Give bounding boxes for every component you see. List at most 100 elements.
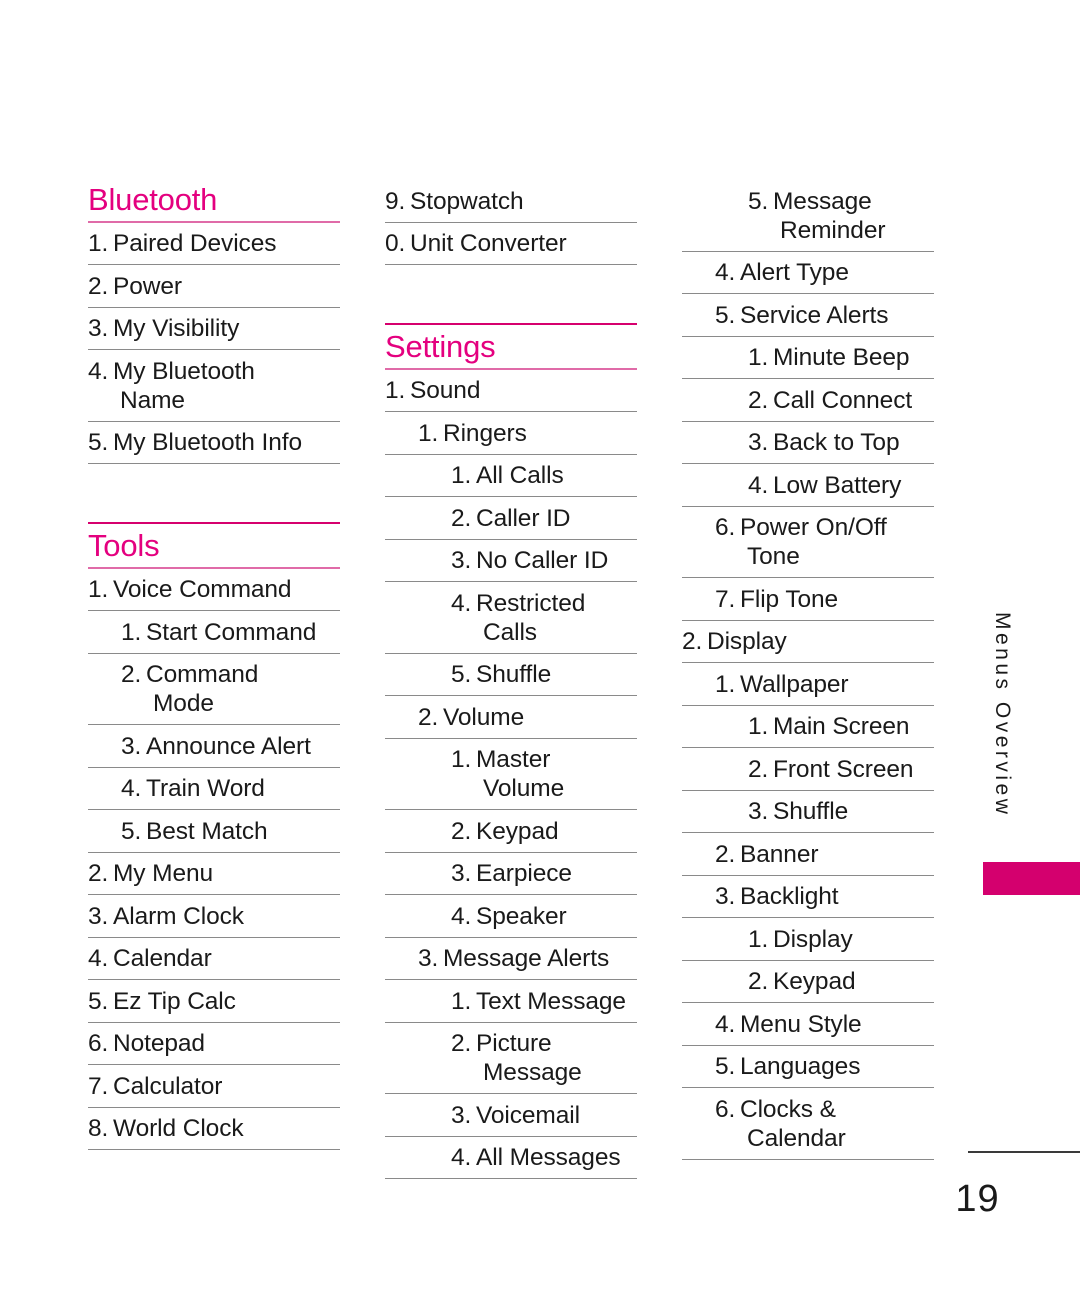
menu-section-tools: Tools 1. Voice Command 1. Start Command 2. Com… <box>88 522 340 1151</box>
menu-item-label: World Clock <box>113 1115 244 1143</box>
menu-item-label: Paired Devices <box>113 230 277 258</box>
menu-item-label: Wallpaper <box>740 670 849 698</box>
menu-item-number: 2. <box>88 860 109 888</box>
menu-item-number: 2. <box>748 386 769 414</box>
menu-item: 6. Notepad <box>88 1023 340 1066</box>
menu-item-label: Back to Top <box>773 429 900 456</box>
menu-item: 4. Restricted Calls <box>385 582 637 654</box>
menu-item: 3. Message Alerts <box>385 938 637 981</box>
menu-item-number: 2. <box>418 703 439 731</box>
section-header: Tools <box>88 522 340 569</box>
menu-item-number: 7. <box>88 1072 109 1100</box>
menu-item-label: Backlight <box>740 883 839 910</box>
menu-item-label: Display <box>773 925 853 953</box>
menu-item-label-continued: Message <box>483 1059 582 1087</box>
menu-item-label: Picture <box>476 1030 552 1058</box>
menu-item-label: Announce Alert <box>146 732 311 760</box>
menu-item-label-continued: Calls <box>483 618 537 646</box>
menu-item-number: 5. <box>88 987 109 1015</box>
menu-item-number: 4. <box>88 945 109 973</box>
menu-item-label-continued: Mode <box>153 690 214 718</box>
menu-item-label: Best Match <box>146 817 268 845</box>
menu-item-number: 1. <box>88 230 109 258</box>
menu-item-number: 4. <box>715 1010 736 1038</box>
menu-item-label: Message Alerts <box>443 945 610 973</box>
menu-item: 1. Display <box>682 918 934 961</box>
menu-item: 1. Text Message <box>385 980 637 1023</box>
menu-item: 5. Ez Tip Calc <box>88 980 340 1023</box>
menu-item-label: Train Word <box>146 775 265 803</box>
menu-item-number: 5. <box>715 1053 736 1080</box>
menu-item-number: 7. <box>715 585 736 613</box>
menu-item-label: My Bluetooth Info <box>113 429 302 457</box>
menu-item-label: Voicemail <box>476 1101 580 1129</box>
menu-item: 5. Languages <box>682 1046 934 1088</box>
menu-item: 7. Flip Tone <box>682 578 934 621</box>
menu-item-label: Languages <box>740 1053 861 1080</box>
menu-item: 3. Earpiece <box>385 853 637 896</box>
menu-item: 3. Backlight <box>682 876 934 918</box>
menu-item-number: 3. <box>451 1101 472 1129</box>
menu-item-label: My Bluetooth <box>113 357 255 385</box>
menu-item: 7. Calculator <box>88 1065 340 1108</box>
menu-item-label: Alarm Clock <box>113 902 244 930</box>
menu-item-label: Calculator <box>113 1072 223 1100</box>
section-title: Bluetooth <box>88 182 218 217</box>
menu-item: 2. Front Screen <box>682 748 934 791</box>
menu-item-label: Restricted <box>476 589 586 617</box>
menu-item-label: Shuffle <box>773 798 849 825</box>
menu-item-label: Ringers <box>443 419 527 447</box>
menu-item-number: 3. <box>748 798 769 825</box>
menu-item-number: 3. <box>121 732 142 760</box>
menu-item: 2. Caller ID <box>385 497 637 540</box>
menu-item: 5. Service Alerts <box>682 294 934 337</box>
menu-item-number: 1. <box>451 462 472 490</box>
section-header: Settings <box>385 323 637 370</box>
menu-item: 2. Keypad <box>385 810 637 853</box>
menu-item: 3. Back to Top <box>682 422 934 464</box>
menu-item-number: 4. <box>451 589 472 617</box>
menu-item-label: All Messages <box>476 1144 621 1172</box>
menu-column-2: 9. Stopwatch 0. Unit Converter Settings 1. Sou… <box>385 180 637 1180</box>
menu-section-settings: Settings 1. Sound 1. Ringers 1. All Calls 2. Cal… <box>385 323 637 1180</box>
section-title: Settings <box>385 329 496 364</box>
menu-item-label: Menu Style <box>740 1010 862 1038</box>
menu-item-number: 2. <box>88 272 109 300</box>
menu-item-number: 1. <box>451 746 472 774</box>
manual-page: Bluetooth 1. Paired Devices 2. Power 3. My Vis… <box>0 0 1080 1295</box>
menu-item-label: My Visibility <box>113 315 240 343</box>
menu-item: 9. Stopwatch <box>385 180 637 223</box>
menu-item-number: 1. <box>748 344 769 371</box>
menu-item-number: 3. <box>451 547 472 575</box>
menu-item: 2. Power <box>88 265 340 308</box>
menu-item-number: 4. <box>121 775 142 803</box>
section-title: Tools <box>88 528 160 564</box>
menu-item: 4. Menu Style <box>682 1003 934 1046</box>
menu-item-number: 4. <box>88 357 109 385</box>
menu-item-label: Ez Tip Calc <box>113 987 236 1015</box>
menu-item-label-continued: Volume <box>483 775 565 803</box>
menu-item-label: Start Command <box>146 618 317 646</box>
menu-item-label-continued: Name <box>120 386 185 414</box>
menu-item-number: 1. <box>748 713 769 740</box>
menu-item-label: Notepad <box>113 1030 205 1058</box>
menu-item-number: 6. <box>88 1030 109 1058</box>
menu-item: 4. My Bluetooth Name <box>88 350 340 422</box>
menu-item-label: Display <box>707 628 787 655</box>
menu-item-label: Alert Type <box>740 259 849 286</box>
menu-item-number: 1. <box>88 576 109 604</box>
menu-item-label: No Caller ID <box>476 547 609 575</box>
menu-item-number: 5. <box>715 301 736 329</box>
menu-item: 1. Wallpaper <box>682 663 934 706</box>
menu-item: 1. Sound <box>385 370 637 413</box>
menu-item-number: 3. <box>715 883 736 910</box>
menu-item: 3. My Visibility <box>88 308 340 351</box>
menu-item: 1. Paired Devices <box>88 223 340 266</box>
menu-item-number: 3. <box>88 315 109 343</box>
menu-item: 3. Announce Alert <box>88 725 340 768</box>
menu-item-label: Keypad <box>476 817 559 845</box>
menu-item-number: 6. <box>715 1095 736 1123</box>
menu-item-label: Master <box>476 746 551 774</box>
menu-item-number: 2. <box>715 840 736 868</box>
menu-item-number: 2. <box>451 504 472 532</box>
